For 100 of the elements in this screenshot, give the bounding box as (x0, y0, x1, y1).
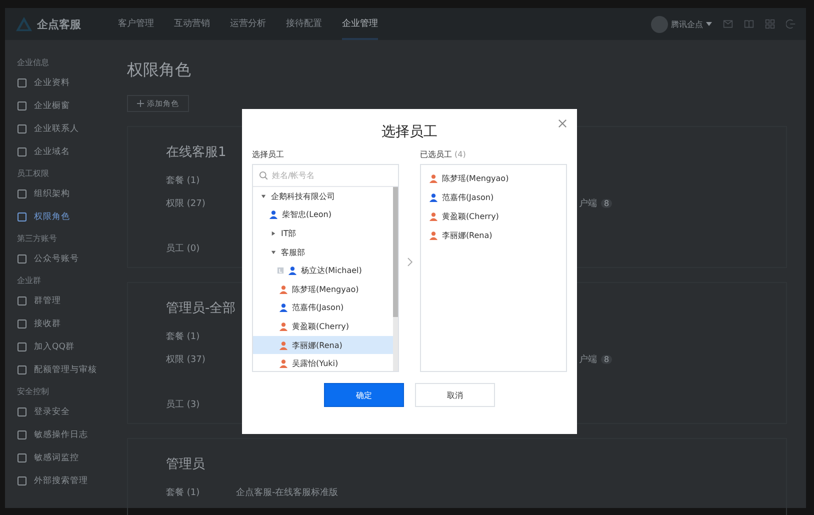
scrollbar-thumb[interactable] (393, 187, 398, 317)
square-icon (17, 254, 27, 264)
nav-tab[interactable]: 运营分析 (230, 8, 266, 40)
sidebar-item[interactable]: 加入QQ群 (17, 335, 117, 358)
mail-icon[interactable] (723, 19, 733, 29)
sidebar-item-label: 企业域名 (34, 146, 70, 158)
sidebar-item-label: 企业橱窗 (34, 100, 70, 112)
sidebar-item-label: 加入QQ群 (34, 340, 74, 352)
sidebar-group-label: 企业群 (17, 275, 42, 287)
sidebar-item[interactable]: 登录安全 (17, 400, 117, 423)
tree-item[interactable]: IT部 (253, 224, 394, 243)
square-icon (17, 406, 27, 416)
book-icon[interactable] (744, 19, 754, 29)
role-field-label: 员工 (3) (166, 398, 201, 411)
sidebar-item[interactable]: 企业橱窗 (17, 94, 117, 117)
sidebar-item[interactable]: 公众号账号 (17, 247, 117, 270)
square-icon (17, 124, 27, 134)
logout-icon[interactable] (786, 19, 796, 29)
caret-icon[interactable] (269, 248, 277, 256)
sidebar-item[interactable]: 企业联系人 (17, 117, 117, 140)
count-badge: 8 (601, 199, 612, 208)
sidebar-group-label: 员工权限 (17, 168, 50, 180)
sidebar-item[interactable]: 权限角色 (17, 205, 117, 228)
selected-staff-item[interactable]: 李丽娜(Rena) (420, 226, 566, 245)
tree-item[interactable]: 范嘉伟(Jason) (253, 298, 394, 318)
tree-item[interactable]: 客服部 (253, 242, 394, 262)
sidebar-item-label: 敏感词监控 (34, 452, 79, 464)
role-field-label: 员工 (0) (166, 242, 201, 255)
nav-tab[interactable]: 企业管理 (342, 8, 378, 40)
logo-icon (15, 16, 33, 32)
sidebar-item-label: 企业联系人 (34, 122, 79, 134)
selected-staff-item[interactable]: 陈梦瑶(Mengyao) (420, 169, 566, 188)
square-icon (17, 318, 27, 328)
sidebar-item-label: 配额管理与审核 (34, 364, 97, 376)
caret-icon[interactable] (269, 229, 277, 238)
sidebar-item-label: 登录安全 (34, 406, 70, 418)
sidebar-item-label: 权限角色 (34, 210, 70, 222)
account-menu[interactable]: 腾讯企点 (671, 18, 703, 30)
chevron-right-icon[interactable] (407, 257, 413, 267)
brand-name: 企点客服 (37, 16, 81, 32)
tree-item[interactable]: 杨立达(Michael) (253, 261, 394, 280)
role-field-value: 企点客服-在线客服标准版 (236, 486, 340, 499)
sidebar-item-label: 接收群 (34, 318, 61, 330)
tree-item[interactable]: 李丽娜(Rena) (253, 336, 394, 354)
square-icon (17, 476, 27, 486)
tree-item[interactable]: 陈梦瑶(Mengyao) (253, 280, 394, 299)
sidebar-item-label: 群管理 (34, 294, 61, 306)
client-label: 户端 (579, 354, 597, 366)
sidebar-item[interactable]: 企业域名 (17, 140, 117, 163)
plus-icon (137, 100, 144, 107)
sidebar-item-label: 敏感操作日志 (34, 428, 88, 440)
sidebar-item-label: 公众号账号 (34, 252, 79, 264)
sidebar-item[interactable]: 群管理 (17, 289, 117, 312)
sidebar-group-label: 第三方账号 (17, 233, 58, 245)
square-icon (17, 452, 27, 462)
square-icon (17, 430, 27, 440)
caret-icon[interactable] (259, 192, 267, 200)
sidebar-item[interactable]: 配额管理与审核 (17, 358, 117, 381)
nav-tab[interactable]: 接待配置 (286, 8, 322, 40)
selected-staff-item[interactable]: 范嘉伟(Jason) (420, 188, 566, 207)
square-icon (17, 212, 27, 222)
sidebar-item[interactable]: 组织架构 (17, 182, 117, 205)
role-field-label: 套餐 (1) (166, 330, 201, 343)
selected-staff-item[interactable]: 黄盈颖(Cherry) (420, 207, 566, 226)
panel-label: 已选员工 (4) (420, 149, 467, 161)
nav-tab[interactable]: 互动营销 (174, 8, 210, 40)
tree-item[interactable]: 黄盈颖(Cherry) (253, 317, 394, 336)
square-icon (17, 296, 27, 306)
role-field-label: 套餐 (1) (166, 486, 201, 499)
dialog-title: 选择员工 (382, 124, 438, 140)
sidebar-item[interactable]: 企业资料 (17, 71, 117, 94)
role-field-label: 权限 (37) (166, 354, 206, 366)
avatar[interactable] (651, 16, 668, 32)
sidebar-item[interactable]: 敏感操作日志 (17, 423, 117, 446)
cancel-button[interactable]: 取消 (415, 383, 495, 407)
confirm-button[interactable]: 确定 (324, 383, 404, 407)
square-icon (17, 342, 27, 352)
nav-tab[interactable]: 客户管理 (118, 8, 154, 40)
tree-item[interactable]: 柴智忠(Leon) (253, 206, 394, 224)
sidebar-item[interactable]: 敏感词监控 (17, 446, 117, 469)
sidebar-group-label: 企业信息 (17, 57, 50, 69)
role-title: 管理员 (166, 457, 205, 472)
close-icon[interactable] (558, 119, 567, 128)
client-label: 户端 (579, 198, 597, 210)
role-title: 在线客服1 (166, 145, 226, 160)
square-icon (17, 188, 27, 198)
sidebar-item[interactable]: 接收群 (17, 312, 117, 335)
search-icon (259, 171, 268, 180)
tree-item[interactable]: 吴露怡(Yuki) (253, 354, 394, 371)
grid-icon[interactable] (765, 19, 775, 29)
square-icon (17, 78, 27, 88)
sidebar-item-label: 组织架构 (34, 188, 70, 200)
tree-item[interactable]: 企鹅科技有限公司 (253, 187, 394, 206)
panel-label: 选择员工 (252, 149, 285, 161)
count-badge: 8 (601, 355, 612, 364)
caret-icon[interactable] (706, 22, 712, 26)
sidebar-item[interactable]: 外部搜索管理 (17, 469, 117, 492)
square-icon (17, 146, 27, 156)
role-title: 管理员-全部 (166, 301, 236, 316)
sidebar-group-label: 安全控制 (17, 386, 50, 398)
